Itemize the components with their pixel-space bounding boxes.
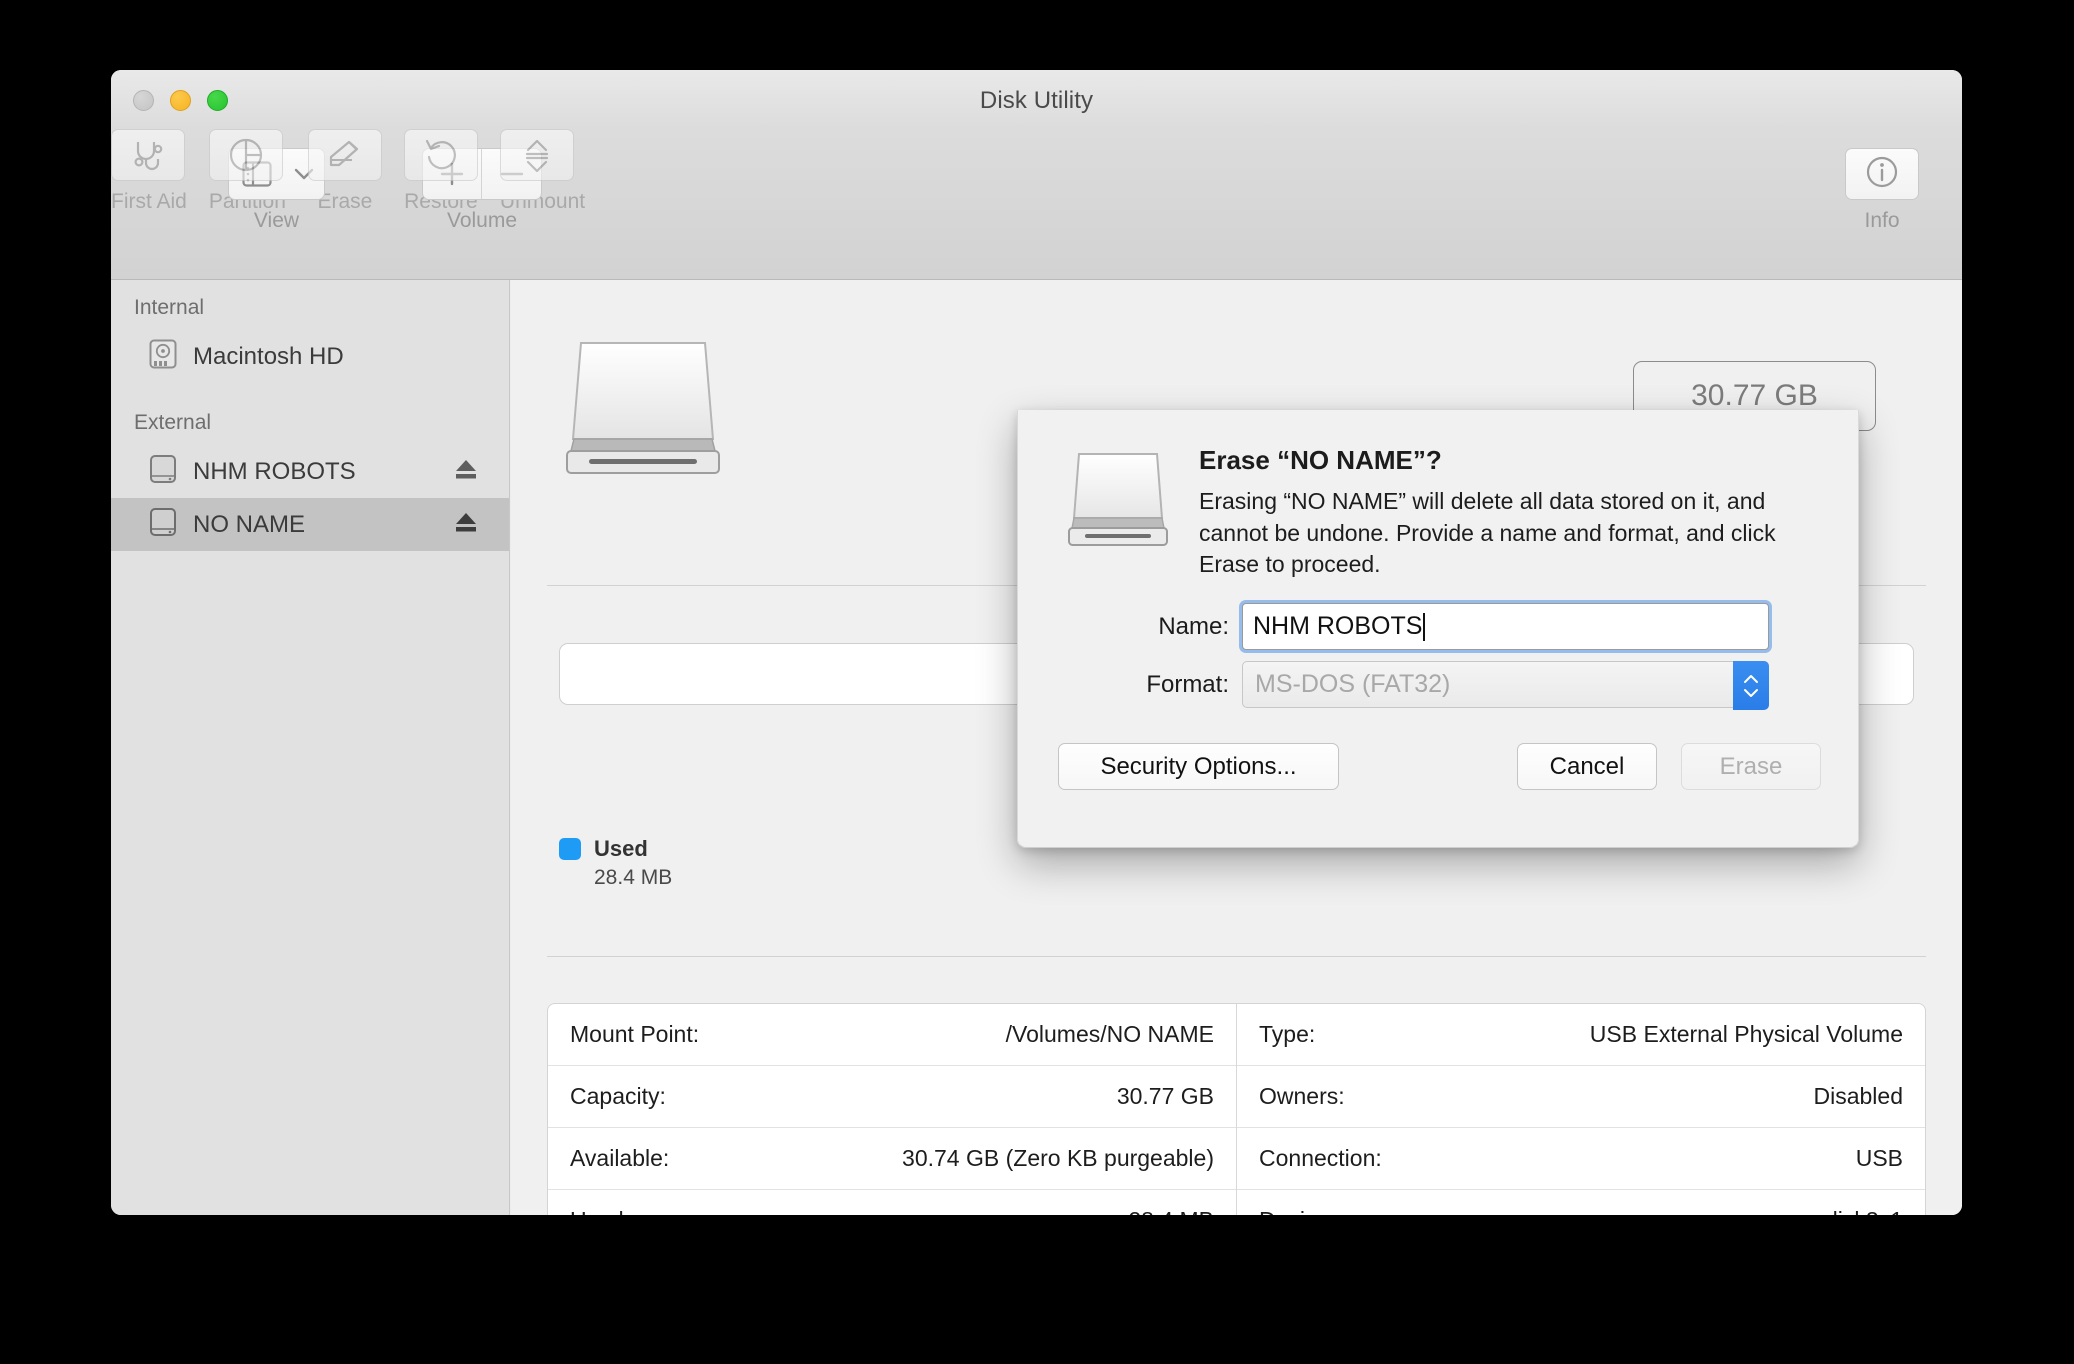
- eject-icon[interactable]: [453, 510, 479, 539]
- info-column-right: Type: USB External Physical Volume Owner…: [1237, 1004, 1925, 1215]
- toolbar-group-info: Info: [1845, 148, 1919, 233]
- disk-utility-window: Disk Utility View Volume First Aid Parti…: [111, 70, 1962, 1215]
- sidebar-header-external: External: [134, 411, 212, 434]
- info-value: USB: [1855, 1145, 1903, 1171]
- info-value: 30.74 GB (Zero KB purgeable): [902, 1145, 1214, 1171]
- view-label: View: [253, 209, 300, 232]
- table-row: Device: disk3s1: [1237, 1190, 1925, 1215]
- table-row: Available: 30.74 GB (Zero KB purgeable): [548, 1128, 1236, 1190]
- info-key: Connection:: [1259, 1145, 1382, 1171]
- info-value: /Volumes/NO NAME: [1005, 1021, 1214, 1047]
- info-key: Owners:: [1259, 1083, 1345, 1109]
- info-value: 28.4 MB: [1128, 1207, 1214, 1215]
- text-caret: [1423, 612, 1426, 641]
- first-aid-action[interactable]: First Aid: [111, 129, 187, 214]
- table-row: Used: 28.4 MB: [548, 1190, 1236, 1215]
- security-options-button[interactable]: Security Options...: [1058, 743, 1339, 790]
- name-input[interactable]: NHM ROBOTS: [1242, 603, 1769, 650]
- volume-label: Volume: [446, 209, 518, 232]
- sidebar-item-macintosh-hd[interactable]: Macintosh HD: [111, 330, 509, 383]
- undo-arrow-icon: [403, 129, 478, 181]
- dialog-title: Erase “NO NAME”?: [1199, 445, 1442, 475]
- page-title: Disk Utility: [979, 87, 1094, 114]
- pie-chart-icon: [208, 129, 283, 181]
- name-input-value: NHM ROBOTS: [1253, 612, 1423, 640]
- sidebar-item-no-name[interactable]: NO NAME: [111, 498, 509, 551]
- volume-hero-icon: [559, 335, 727, 488]
- table-row: Type: USB External Physical Volume: [1237, 1004, 1925, 1066]
- info-key: Capacity:: [570, 1083, 666, 1109]
- info-button[interactable]: [1845, 148, 1919, 200]
- cancel-button[interactable]: Cancel: [1517, 743, 1657, 790]
- external-drive-icon: [149, 507, 177, 542]
- format-label: Format:: [1146, 670, 1229, 698]
- format-select[interactable]: MS-DOS (FAT32): [1242, 661, 1769, 710]
- name-label: Name:: [1158, 612, 1229, 640]
- sidebar-item-label: NHM ROBOTS: [193, 457, 356, 485]
- sidebar-item-label: Macintosh HD: [193, 342, 344, 370]
- name-field-row: Name: NHM ROBOTS: [1018, 603, 1858, 650]
- stepper-icon[interactable]: [1733, 661, 1769, 710]
- toolbar: View Volume First Aid Partition Erase Re…: [111, 129, 1962, 280]
- used-color-swatch: [559, 838, 581, 860]
- erase-dialog: Erase “NO NAME”? Erasing “NO NAME” will …: [1017, 410, 1859, 848]
- internal-disk-icon: [149, 339, 177, 374]
- window-titlebar: Disk Utility: [111, 70, 1962, 129]
- sidebar-item-nhm-robots[interactable]: NHM ROBOTS: [111, 445, 509, 498]
- info-key: Device:: [1259, 1207, 1336, 1215]
- info-value: 30.77 GB: [1116, 1083, 1214, 1109]
- info-key: Available:: [570, 1145, 670, 1171]
- format-field-row: Format: MS-DOS (FAT32): [1018, 661, 1858, 710]
- divider: [547, 956, 1926, 957]
- first-aid-label: First Aid: [111, 190, 187, 213]
- info-value: Disabled: [1813, 1083, 1904, 1109]
- info-key: Type:: [1259, 1021, 1316, 1047]
- legend-label: Used: [594, 836, 648, 861]
- info-key: Used:: [570, 1207, 630, 1215]
- volume-info-table: Mount Point: /Volumes/NO NAME Capacity: …: [547, 1003, 1926, 1215]
- sidebar: Internal Macintosh HD External NHM ROBOT…: [111, 280, 510, 1215]
- table-row: Mount Point: /Volumes/NO NAME: [548, 1004, 1236, 1066]
- info-circle-icon: [1865, 155, 1899, 194]
- info-value: USB External Physical Volume: [1589, 1021, 1903, 1047]
- erase-pencil-icon: [307, 129, 382, 181]
- info-column-left: Mount Point: /Volumes/NO NAME Capacity: …: [548, 1004, 1237, 1215]
- sidebar-item-label: NO NAME: [193, 510, 306, 538]
- erase-button[interactable]: Erase: [1681, 743, 1821, 790]
- external-drive-large-icon: [1063, 448, 1173, 557]
- dialog-message: Erasing “NO NAME” will delete all data s…: [1199, 488, 1776, 577]
- info-label: Info: [1864, 209, 1900, 232]
- info-value: disk3s1: [1825, 1207, 1903, 1215]
- toolbar-group-actions: First Aid Partition Erase Restore Unmoun…: [111, 129, 1962, 214]
- eject-icon[interactable]: [453, 457, 479, 486]
- table-row: Owners: Disabled: [1237, 1066, 1925, 1128]
- format-select-value: MS-DOS (FAT32): [1255, 670, 1451, 698]
- info-key: Mount Point:: [570, 1021, 700, 1047]
- stethoscope-icon: [111, 129, 185, 181]
- legend-sublabel: 28.4 MB: [594, 866, 673, 889]
- table-row: Capacity: 30.77 GB: [548, 1066, 1236, 1128]
- external-drive-icon: [149, 454, 177, 489]
- usage-legend: Used: [559, 836, 648, 862]
- eject-stack-icon: [499, 129, 574, 181]
- main-content: 30.77 GB Used 28.4 MB Mount Point: /Volu…: [511, 280, 1962, 1215]
- table-row: Connection: USB: [1237, 1128, 1925, 1190]
- sidebar-header-internal: Internal: [134, 296, 205, 319]
